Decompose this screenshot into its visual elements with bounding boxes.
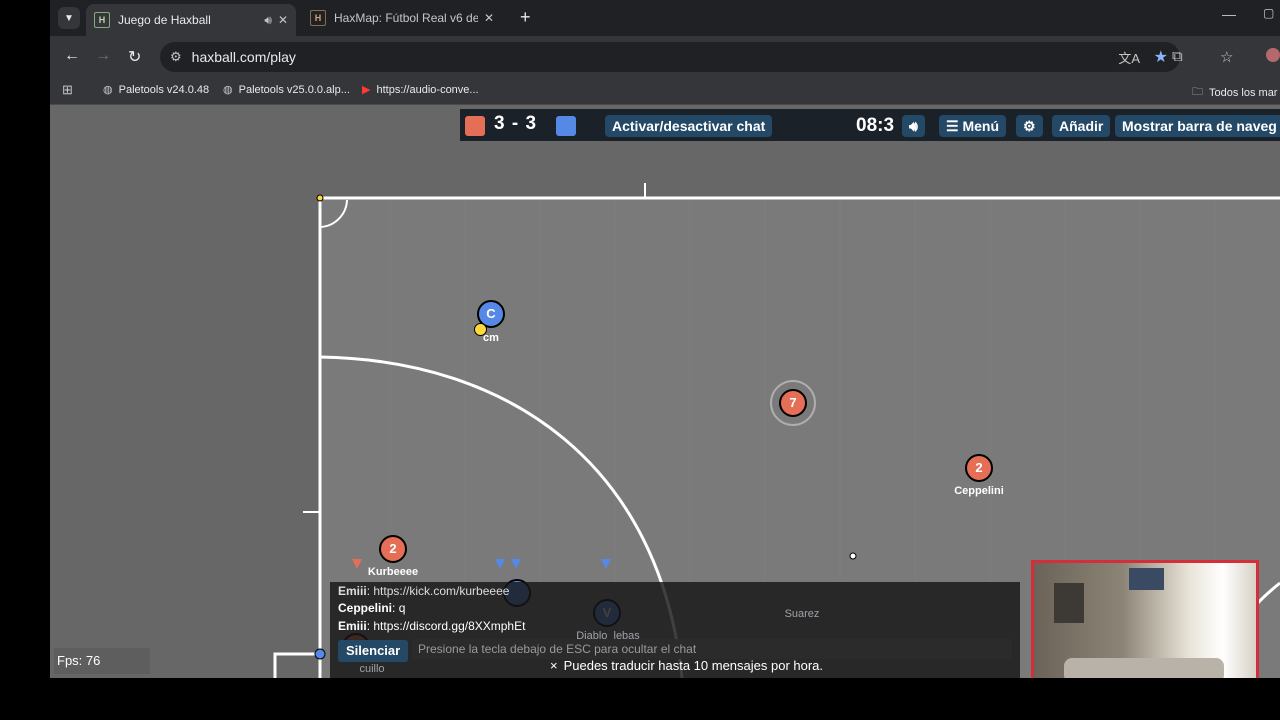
tab-strip: ▼ H Juego de Haxball 🔊︎ ✕ H HaxMap: Fútb…: [50, 0, 1280, 36]
browser-toolbar: ← → ↻ ⚙ haxball.com/play 文A ★ ⧉ ☆: [50, 36, 1280, 78]
bookmark-item[interactable]: ◍ Paletools v24.0.48: [103, 83, 210, 97]
webcam-poster: [1129, 568, 1164, 590]
speaker-icon[interactable]: 🔊︎: [264, 13, 272, 28]
player-name: cm: [483, 332, 499, 344]
bookmark-label: https://audio-conve...: [376, 83, 479, 96]
scoreboard: 3 - 3: [494, 113, 537, 135]
bookmarks-bar: ⊞ ◍ Paletools v24.0.48 ◍ Paletools v25.0.0…: [50, 78, 1280, 105]
globe-icon: ◍: [103, 84, 113, 96]
maximize-icon[interactable]: ▢: [1263, 6, 1274, 20]
settings-gear-icon[interactable]: ⚙: [1016, 115, 1043, 137]
webcam-overlay: [1031, 560, 1259, 678]
forward-arrow-icon[interactable]: →: [95, 47, 111, 65]
player-name: Kurbeeee: [367, 566, 419, 578]
close-tab-icon[interactable]: ✕: [278, 13, 288, 27]
bookmark-item[interactable]: ▶ https://audio-conve...: [362, 83, 479, 97]
tab-haxmap[interactable]: H HaxMap: Fútbol Real v6 de War ✕: [302, 4, 502, 32]
chat-author: Emiii: [338, 619, 367, 633]
folder-icon: 🗀: [1192, 86, 1203, 98]
translate-notice-text: Puedes traducir hasta 10 mensajes por ho…: [563, 658, 824, 673]
fps-counter: Fps: 76: [54, 648, 150, 674]
new-tab-icon[interactable]: +: [520, 7, 531, 28]
chat-message: Emiii: https://discord.gg/8XXmphEt: [338, 619, 526, 633]
reload-icon[interactable]: ↻: [128, 47, 141, 67]
chat-text[interactable]: https://discord.gg/8XXmphEt: [373, 619, 525, 633]
translate-icon[interactable]: 文A: [1118, 48, 1140, 67]
chat-author: Ceppelini: [338, 601, 393, 615]
match-timer: 08:3: [856, 115, 895, 136]
extensions-icon[interactable]: ⧉: [1172, 48, 1183, 65]
tab-title: Juego de Haxball: [118, 13, 211, 27]
haxball-favicon-icon: H: [94, 12, 110, 28]
minimize-icon[interactable]: —: [1222, 6, 1236, 22]
player-disc-red: 2: [379, 535, 407, 563]
score-separator: -: [511, 113, 520, 134]
volume-icon[interactable]: 🔊︎: [902, 115, 925, 137]
webcam-shelf: [1054, 583, 1084, 623]
tab-haxball[interactable]: H Juego de Haxball 🔊︎ ✕: [86, 4, 296, 36]
bookmark-item[interactable]: ◍ Paletools v25.0.0.alp...: [223, 83, 350, 97]
screen-bottom-bar: [0, 678, 1280, 720]
menu-button[interactable]: ☰ Menú: [939, 115, 1006, 137]
add-button[interactable]: Añadir: [1052, 115, 1111, 137]
bookmark-star-icon[interactable]: ★: [1154, 47, 1168, 67]
ball: [849, 552, 857, 560]
game-hud-bar: 3 - 3 Activar/desactivar chat 08:3 🔊︎ ☰ …: [460, 109, 1280, 141]
apps-grid-icon[interactable]: ⊞: [62, 82, 73, 98]
site-info-icon[interactable]: ⚙: [170, 49, 182, 65]
player-disc-red: 2: [965, 454, 993, 482]
webcam-bed: [1064, 658, 1224, 678]
tab-title: HaxMap: Fútbol Real v6 de War: [334, 11, 478, 25]
mute-button[interactable]: Silenciar: [338, 640, 409, 662]
red-team-badge: [465, 116, 485, 136]
profile-avatar-icon[interactable]: [1266, 48, 1280, 62]
tab-search-button[interactable]: ▼: [58, 7, 80, 29]
chat-message: Ceppelini: q: [338, 601, 406, 615]
blue-score: 3: [525, 113, 538, 134]
youtube-icon: ▶: [362, 84, 371, 96]
address-bar[interactable]: ⚙ haxball.com/play 文A ★: [160, 42, 1180, 72]
all-bookmarks-label: Todos los mar: [1209, 86, 1278, 99]
all-bookmarks-folder[interactable]: 🗀 Todos los mar: [1192, 83, 1277, 102]
url-text: haxball.com/play: [191, 49, 296, 65]
close-tab-icon[interactable]: ✕: [484, 11, 494, 25]
chat-message: Emiii: https://kick.com/kurbeeee: [338, 584, 510, 598]
chat-toggle-button[interactable]: Activar/desactivar chat: [605, 115, 773, 137]
close-notice-icon[interactable]: ×: [550, 658, 558, 673]
chat-author: Emiii: [338, 584, 367, 598]
bookmark-label: Paletools v24.0.48: [118, 83, 210, 96]
chat-text: q: [398, 601, 406, 615]
back-arrow-icon[interactable]: ←: [64, 47, 80, 65]
haxmap-favicon-icon: H: [310, 10, 326, 26]
player-name: cuillo: [359, 663, 385, 675]
bookmark-label: Paletools v25.0.0.alp...: [238, 83, 350, 96]
haxball-game-area[interactable]: 3 - 3 Activar/desactivar chat 08:3 🔊︎ ☰ …: [50, 105, 1280, 678]
translate-notice: × Puedes traducir hasta 10 mensajes por h…: [550, 658, 823, 673]
player-name: Suarez: [784, 608, 820, 620]
player-name: Ceppelini: [954, 485, 1004, 497]
blue-team-badge: [556, 116, 576, 136]
player-disc-red: 7: [779, 389, 807, 417]
chat-input[interactable]: Presione la tecla debajo de ESC para ocu…: [412, 639, 1012, 659]
chat-text: https://kick.com/kurbeeee: [373, 584, 510, 598]
show-navbar-button[interactable]: Mostrar barra de naveg: [1115, 115, 1280, 137]
left-black-strip: [0, 0, 50, 720]
red-score: 3: [494, 113, 506, 134]
reading-list-icon[interactable]: ☆: [1220, 48, 1233, 66]
chat-input-row: Silenciar Presione la tecla debajo de ES…: [330, 639, 1020, 662]
globe-icon: ◍: [223, 84, 233, 96]
